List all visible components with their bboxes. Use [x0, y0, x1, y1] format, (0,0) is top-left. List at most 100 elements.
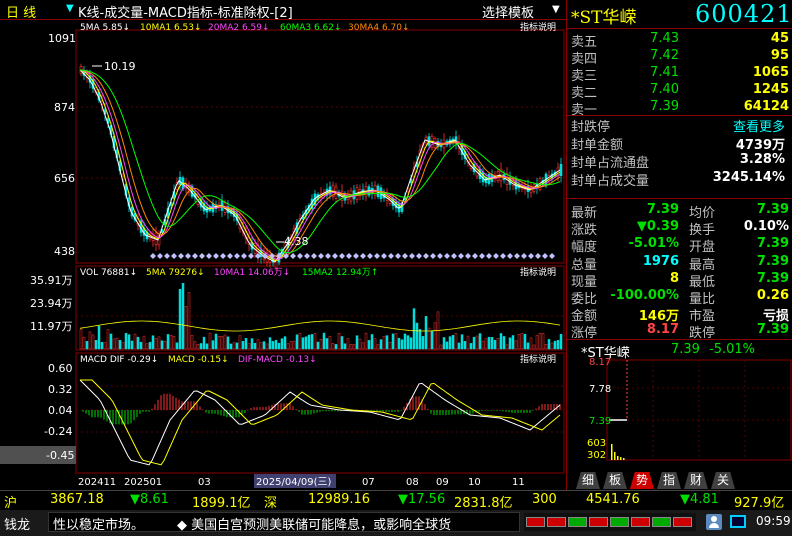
volume-bar	[295, 334, 299, 350]
stat-value: ▼0.39	[636, 219, 679, 235]
screen-icon[interactable]	[730, 515, 746, 528]
stock-code: 600421	[695, 0, 792, 28]
macd-ytick-5: -0.45	[46, 449, 74, 462]
volume-bar	[376, 344, 380, 350]
event-marker	[535, 253, 541, 259]
c300-label[interactable]: 300	[532, 492, 557, 507]
event-marker	[479, 253, 485, 259]
stat-label: 金额	[571, 309, 598, 325]
breadth-segment	[631, 517, 650, 527]
seal-row-value: 4739万	[735, 138, 785, 153]
volume-bar	[169, 334, 173, 350]
xaxis-label-5: 08	[406, 477, 419, 488]
chart-area[interactable]: 1091 874 656 438 10.19 4.38 35.91万 23.94…	[0, 20, 566, 490]
dropdown-arrow-icon[interactable]: ▼	[66, 3, 74, 14]
c300-change: ▼4.81	[680, 492, 719, 507]
volume-bar	[358, 338, 362, 350]
ma-line	[79, 69, 561, 254]
panel-tab[interactable]: 势	[630, 472, 654, 489]
volume-bar	[343, 343, 347, 350]
event-marker	[241, 253, 247, 259]
ask-row[interactable]: 卖四 7.42 95	[571, 47, 789, 67]
ask-volume: 1065	[752, 65, 789, 80]
stat-value-2: 7.39	[756, 202, 789, 217]
volume-bar	[286, 343, 290, 350]
clock-time: 09:59	[756, 514, 791, 528]
volume-bar	[199, 343, 203, 350]
event-marker	[416, 253, 422, 259]
breadth-segment	[652, 517, 671, 527]
volume-bar	[481, 340, 485, 350]
ask-row[interactable]: 卖一 7.39 64124	[571, 98, 789, 118]
volume-bar	[211, 340, 215, 350]
user-avatar-icon[interactable]	[706, 514, 722, 530]
macd-indicator-note[interactable]: 指标说明	[520, 353, 556, 365]
seal-more-link[interactable]: 查看更多	[733, 116, 785, 135]
volume-bar	[385, 335, 389, 350]
seal-row-value: 3245.14%	[712, 170, 785, 185]
stat-value: 8	[669, 270, 679, 286]
panel-tab[interactable]: 关	[711, 472, 735, 489]
period-label[interactable]: 日 线	[6, 2, 36, 21]
volume-bar	[97, 325, 101, 350]
volume-bar	[178, 288, 182, 350]
volume-bar	[433, 322, 437, 350]
ask-volume: 1245	[752, 82, 789, 97]
ask-row[interactable]: 卖二 7.40 1245	[571, 81, 789, 101]
volume-bar	[112, 338, 116, 350]
event-marker	[227, 253, 233, 259]
template-select-button[interactable]: 选择模板	[482, 2, 534, 21]
stat-label: 幅度	[571, 240, 598, 256]
event-marker	[206, 253, 212, 259]
volume-bar	[79, 329, 83, 350]
sz-label[interactable]: 深	[264, 492, 277, 511]
kline-indicator-note[interactable]: 指标说明	[520, 21, 556, 33]
volume-bar	[460, 334, 464, 350]
stat-row: 委比 -100.00% 量比 0.26	[571, 288, 789, 307]
volume-ma-line	[79, 320, 561, 332]
news-scroll[interactable]: 性以稳定市场。 ◆ 美国白宫预测美联储可能降息，或影响全球货	[48, 512, 520, 533]
intraday-mini-chart[interactable]: *ST华嵘 7.39 -5.01% 8.17 7.78 7.39 603 302	[567, 340, 792, 471]
stat-label-2: 开盘	[689, 240, 716, 256]
panel-tab[interactable]: 指	[657, 472, 681, 489]
volume-bar	[88, 331, 92, 350]
volume-bar	[364, 332, 368, 350]
volume-bar	[157, 336, 161, 350]
vol-ytick-1: 35.91万	[30, 274, 73, 287]
kline-ytick-4: 438	[54, 245, 75, 258]
volume-bar	[229, 343, 233, 350]
volume-bar	[124, 333, 128, 350]
ask-row[interactable]: 卖五 7.43 45	[571, 30, 789, 50]
volume-bar	[334, 344, 338, 350]
cursor-date: 2025/04/09(三)	[256, 477, 332, 488]
stat-label: 总量	[571, 257, 598, 273]
volume-bar	[115, 337, 119, 350]
breadth-segment	[589, 517, 608, 527]
volume-bar	[337, 332, 341, 350]
high-price-label: 10.19	[104, 60, 136, 73]
sh-amount: 1899.1亿	[192, 496, 251, 511]
macd-dif-legend: MACD DIF -0.29↓	[80, 355, 158, 365]
volume-bar	[253, 342, 257, 350]
volume-bar	[166, 334, 170, 350]
chart-title: K线-成交量-MACD指标-标准除权-[2]	[78, 6, 293, 21]
panel-tab[interactable]: 细	[576, 472, 600, 489]
ask-row[interactable]: 卖三 7.41 1065	[571, 64, 789, 84]
vol-ytick-3: 11.97万	[30, 320, 73, 333]
volume-bar	[106, 329, 110, 350]
volume-bar	[394, 333, 398, 350]
c300-amount: 927.9亿	[734, 496, 785, 511]
volume-bar	[265, 343, 269, 350]
volume-bar	[496, 337, 500, 350]
volume-bar	[301, 337, 305, 350]
vol-indicator-note[interactable]: 指标说明	[520, 266, 556, 278]
panel-tab[interactable]: 财	[684, 472, 708, 489]
panel-tab[interactable]: 板	[603, 472, 627, 489]
template-dropdown-icon[interactable]: ▼	[552, 4, 560, 15]
volume-bar	[424, 316, 428, 350]
sh-label[interactable]: 沪	[4, 492, 17, 511]
news-ticker[interactable]: 钱龙 性以稳定市场。 ◆ 美国白宫预测美联储可能降息，或影响全球货 09:59	[0, 510, 792, 536]
panel-tabs: 细板势指财关	[566, 471, 792, 490]
mini-change: -5.01%	[709, 342, 755, 357]
chart-title-bar: 日 线 ▼ K线-成交量-MACD指标-标准除权-[2] 选择模板 ▼	[0, 0, 566, 21]
